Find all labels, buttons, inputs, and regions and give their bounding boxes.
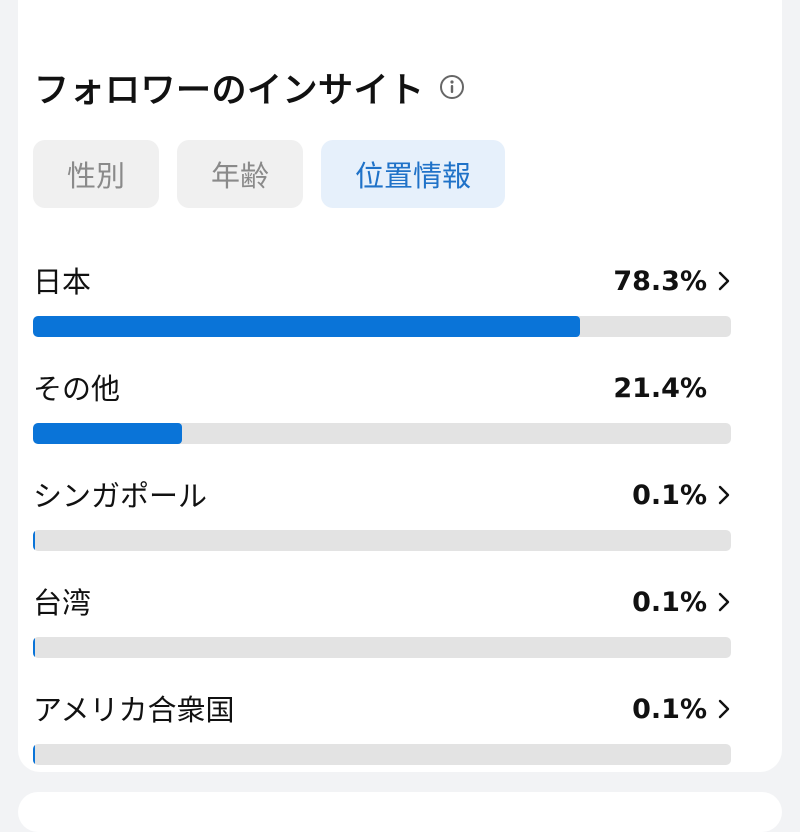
progress-track <box>33 530 731 551</box>
progress-fill <box>33 744 35 765</box>
location-row-other: その他 21.4% <box>33 369 731 476</box>
tab-label: 性別 <box>67 159 126 193</box>
tab-label: 年齢 <box>211 159 270 193</box>
location-name: 日本 <box>33 265 92 299</box>
tab-location[interactable]: 位置情報 <box>321 140 506 208</box>
location-name: 台湾 <box>33 586 92 620</box>
location-name: アメリカ合衆国 <box>33 693 235 727</box>
progress-track <box>33 316 731 337</box>
location-row-japan[interactable]: 日本 78.3% <box>33 262 731 369</box>
chevron-right-icon <box>718 592 730 612</box>
title-row: フォロワーのインサイト <box>34 62 465 112</box>
location-row-singapore[interactable]: シンガポール 0.1% <box>33 476 731 583</box>
tab-label: 位置情報 <box>355 159 472 193</box>
location-percent: 0.1% <box>632 587 707 618</box>
location-percent: 0.1% <box>632 694 707 725</box>
next-card <box>18 792 782 832</box>
insight-tabs: 性別 年齢 位置情報 <box>33 140 506 208</box>
location-name: シンガポール <box>33 479 208 513</box>
chevron-right-icon <box>718 485 730 505</box>
location-percent: 0.1% <box>632 480 707 511</box>
progress-track <box>33 744 731 765</box>
tab-gender[interactable]: 性別 <box>33 140 160 208</box>
location-list: 日本 78.3% その他 21.4% シンガポール 0.1% 台湾 0.1% ア… <box>33 262 731 797</box>
location-row-usa[interactable]: アメリカ合衆国 0.1% <box>33 690 731 797</box>
location-percent: 78.3% <box>613 266 707 297</box>
location-percent: 21.4% <box>613 373 707 404</box>
progress-fill <box>33 316 580 337</box>
location-row-taiwan[interactable]: 台湾 0.1% <box>33 583 731 690</box>
progress-fill <box>33 637 35 658</box>
location-name: その他 <box>33 372 121 406</box>
tab-age[interactable]: 年齢 <box>177 140 304 208</box>
page-title: フォロワーのインサイト <box>34 70 425 111</box>
progress-fill <box>33 530 35 551</box>
progress-track <box>33 637 731 658</box>
progress-track <box>33 423 731 444</box>
progress-fill <box>33 423 183 444</box>
chevron-right-icon <box>718 271 730 291</box>
chevron-right-icon <box>718 699 730 719</box>
info-icon[interactable] <box>439 74 465 100</box>
